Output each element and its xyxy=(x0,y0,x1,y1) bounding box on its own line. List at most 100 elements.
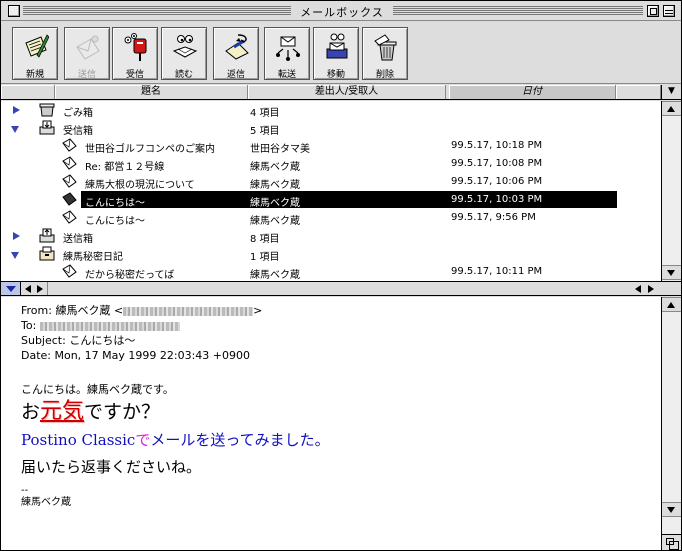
list-scrollbar[interactable] xyxy=(661,101,681,281)
scroll-down-icon[interactable] xyxy=(662,265,681,280)
sort-toggle-icon[interactable]: ▼ xyxy=(661,85,681,100)
send-button[interactable]: 送信 xyxy=(64,27,110,80)
reply-button[interactable]: 返信 xyxy=(213,27,259,80)
receive-button-label: 受信 xyxy=(125,70,144,80)
reply-icon xyxy=(225,34,249,60)
scroll-right-icon[interactable] xyxy=(37,285,43,293)
selected-message-icon xyxy=(62,192,77,206)
move-button-label: 移動 xyxy=(326,70,345,80)
message-from: 世田谷タマ美 xyxy=(250,144,310,155)
title-stripes xyxy=(23,5,291,16)
message-subject: 練馬大根の現況について xyxy=(85,180,195,191)
mailbox-window: メールボックス 新規 送信 受信 読む 返信 転送 移動 削除 題名 差出人/受… xyxy=(0,0,682,551)
message-from: 練馬ベク蔵 xyxy=(250,270,300,281)
scroll-down-icon[interactable] xyxy=(662,502,681,517)
message-subject: だから秘密だってば xyxy=(85,270,175,281)
forward-button[interactable]: 転送 xyxy=(264,27,310,80)
title-stripes xyxy=(393,5,643,16)
delete-button-label: 削除 xyxy=(375,70,394,80)
signature-name: 練馬ベク蔵 xyxy=(21,497,71,508)
receive-button[interactable]: 受信 xyxy=(112,27,158,80)
message-date: 99.5.17, 10:03 PM xyxy=(451,194,543,205)
message-preview: From: 練馬ベク蔵 < > To: Subject: こんにちは〜 Date:… xyxy=(1,297,661,550)
disclosure-triangle-icon[interactable] xyxy=(11,126,19,133)
toolbar: 新規 送信 受信 読む 返信 転送 移動 削除 xyxy=(1,22,681,84)
horizontal-scroll-band[interactable] xyxy=(1,281,681,296)
message-date: 99.5.17, 10:11 PM xyxy=(451,266,543,277)
scroll-up-icon[interactable] xyxy=(662,101,681,116)
column-from[interactable]: 差出人/受取人 xyxy=(248,85,446,99)
send-icon xyxy=(76,35,100,60)
reply-button-label: 返信 xyxy=(226,70,245,80)
mailbox-name: ごみ箱 xyxy=(63,108,93,119)
receive-mailbox-icon xyxy=(124,33,147,61)
resize-grow-icon[interactable] xyxy=(661,534,681,550)
new-button[interactable]: 新規 xyxy=(12,27,58,80)
mailbox-count: 8 項目 xyxy=(250,234,280,245)
delete-button[interactable]: 削除 xyxy=(362,27,408,80)
message-row[interactable]: Re: 都営１２号線 練馬ベク蔵 99.5.17, 10:08 PM xyxy=(1,155,661,173)
mailbox-row-trash[interactable]: ごみ箱 4 項目 xyxy=(1,101,661,119)
column-header-bar: 題名 差出人/受取人 日付 ▼ xyxy=(1,85,681,100)
new-message-icon xyxy=(25,34,49,58)
move-button[interactable]: 移動 xyxy=(313,27,359,80)
message-scrollbar[interactable] xyxy=(661,297,681,534)
title-bar[interactable]: メールボックス xyxy=(1,1,681,21)
forward-button-label: 転送 xyxy=(277,70,296,80)
message-date: 99.5.17, 10:06 PM xyxy=(451,176,543,187)
message-subject: こんにちは〜 xyxy=(85,198,145,209)
message-row[interactable]: だから秘密だってば 練馬ベク蔵 99.5.17, 10:11 PM xyxy=(1,263,661,281)
divider xyxy=(47,282,48,295)
scroll-right-icon[interactable] xyxy=(648,285,654,293)
zoom-box-icon[interactable] xyxy=(647,5,659,17)
message-row[interactable]: 世田谷ゴルフコンペのご案内 世田谷タマ美 99.5.17, 10:18 PM xyxy=(1,137,661,155)
column-spacer xyxy=(616,85,661,99)
disclosure-triangle-icon[interactable] xyxy=(11,252,19,259)
column-date[interactable]: 日付 xyxy=(449,85,616,99)
body-text: メールを送ってみました。 xyxy=(150,431,330,449)
subject-line: Subject: こんにちは〜 xyxy=(21,334,136,347)
disclosure-triangle-icon[interactable] xyxy=(13,106,20,114)
custom-folder-icon xyxy=(39,246,55,261)
column-spacer xyxy=(1,85,55,99)
body-text: お xyxy=(21,401,41,423)
collapse-box-icon[interactable] xyxy=(663,5,675,17)
message-row-selected[interactable]: こんにちは〜 練馬ベク蔵 99.5.17, 10:03 PM xyxy=(1,191,661,209)
read-message-icon xyxy=(62,210,77,224)
to-line: To: xyxy=(21,318,641,333)
read-message-icon xyxy=(62,264,77,278)
mailbox-count: 1 項目 xyxy=(250,252,280,263)
mailbox-count: 5 項目 xyxy=(250,126,280,137)
column-subject[interactable]: 題名 xyxy=(55,85,248,99)
message-date: 99.5.17, 10:08 PM xyxy=(451,158,543,169)
read-icon xyxy=(172,35,198,58)
move-icon xyxy=(326,33,348,59)
mailbox-name: 練馬秘密日記 xyxy=(63,252,123,263)
mailbox-row-inbox[interactable]: 受信箱 5 項目 xyxy=(1,119,661,137)
from-line: From: 練馬ベク蔵 < > xyxy=(21,303,641,318)
pane-collapse-icon[interactable] xyxy=(1,282,21,295)
disclosure-triangle-icon[interactable] xyxy=(13,232,20,240)
close-box-icon[interactable] xyxy=(8,5,20,17)
from-end: > xyxy=(253,304,263,317)
body-blue-line: Postino Classicでメールを送ってみました。 xyxy=(21,429,641,450)
body-emphasis: 元気 xyxy=(40,399,85,424)
scroll-left-icon[interactable] xyxy=(25,285,31,293)
read-button-label: 読む xyxy=(174,70,193,80)
scroll-left-icon[interactable] xyxy=(635,285,641,293)
read-message-icon xyxy=(62,174,77,188)
read-button[interactable]: 読む xyxy=(161,27,207,80)
message-row[interactable]: 練馬大根の現況について 練馬ベク蔵 99.5.17, 10:06 PM xyxy=(1,173,661,191)
to-label: To: xyxy=(21,319,40,332)
mailbox-list: ごみ箱 4 項目 受信箱 5 項目 世田谷ゴルフコンペのご案内 世田谷タマ美 9… xyxy=(1,101,661,281)
scroll-up-icon[interactable] xyxy=(662,297,681,312)
message-from: 練馬ベク蔵 xyxy=(250,216,300,227)
mailbox-row-outbox[interactable]: 送信箱 8 項目 xyxy=(1,227,661,245)
message-row[interactable]: こんにちは〜 練馬ベク蔵 99.5.17, 9:56 PM xyxy=(1,209,661,227)
message-subject: 世田谷ゴルフコンペのご案内 xyxy=(85,144,215,155)
mailbox-row-custom[interactable]: 練馬秘密日記 1 項目 xyxy=(1,245,661,263)
signature-dash: -- xyxy=(21,485,29,496)
trash-icon xyxy=(374,34,397,61)
message-subject: Re: 都営１２号線 xyxy=(85,162,165,173)
window-title: メールボックス xyxy=(291,4,393,20)
